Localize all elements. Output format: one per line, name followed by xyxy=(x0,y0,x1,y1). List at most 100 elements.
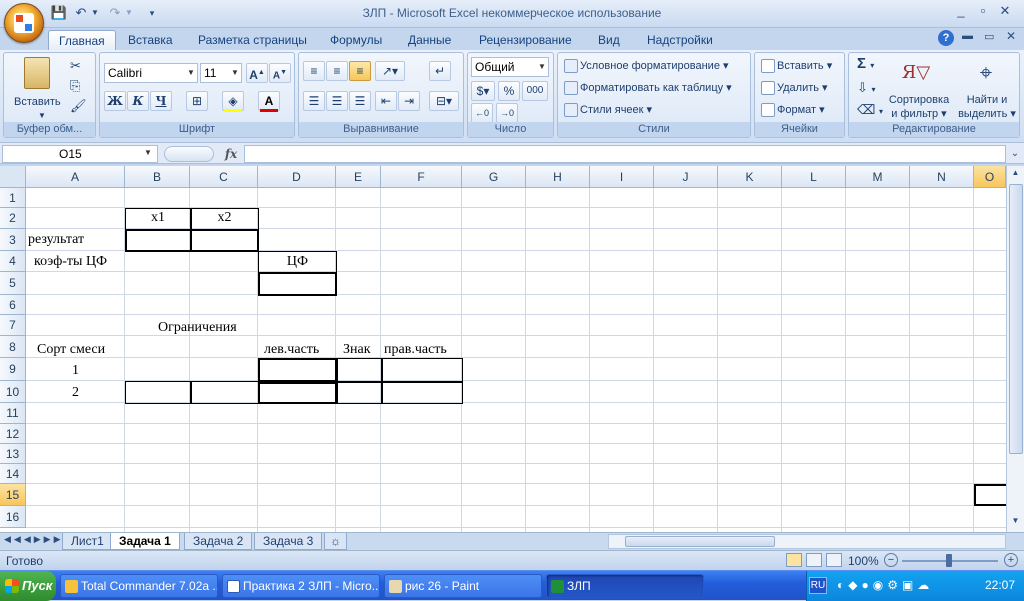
worksheet-grid[interactable]: ABCDEFGHIJKLMNO 1 2 3 4 5 6 7 8 9 10 11 12 13 14 15 16 … xyxy=(0,166,1024,532)
scroll-up-icon[interactable]: ▲ xyxy=(1008,168,1023,182)
row-header-9[interactable]: 9 xyxy=(0,358,26,381)
row-header-7[interactable]: 7 xyxy=(0,315,26,336)
grow-font-button[interactable]: A▲ xyxy=(246,63,268,83)
row-header-6[interactable]: 6 xyxy=(0,295,26,315)
align-left-icon[interactable]: ☰ xyxy=(303,91,325,111)
ribbon-minimize-icon[interactable]: ▬ xyxy=(962,30,973,42)
column-header-J[interactable]: J xyxy=(654,166,718,188)
align-center-icon[interactable]: ☰ xyxy=(326,91,348,111)
page-layout-view-icon[interactable] xyxy=(806,553,822,567)
task-excel[interactable]: ЗЛП xyxy=(546,574,704,598)
column-header-B[interactable]: B xyxy=(125,166,190,188)
close-button[interactable]: ✕ xyxy=(994,2,1016,20)
column-header-D[interactable]: D xyxy=(258,166,336,188)
decrease-decimal-icon[interactable]: →0 xyxy=(496,103,518,123)
column-header-F[interactable]: F xyxy=(381,166,462,188)
zoom-slider-thumb[interactable] xyxy=(946,554,952,567)
font-size-select[interactable]: 11 ▼ xyxy=(200,63,242,83)
row-header-14[interactable]: 14 xyxy=(0,464,26,484)
zoom-in-icon[interactable]: + xyxy=(1004,553,1018,567)
align-top-icon[interactable]: ≡ xyxy=(303,61,325,81)
cell-A10[interactable]: 2 xyxy=(26,383,125,403)
cell-E8[interactable]: Знак xyxy=(343,340,371,360)
cell-A4[interactable]: коэф-ты ЦФ xyxy=(34,252,107,272)
tab-insert[interactable]: Вставка xyxy=(118,30,183,50)
formula-input[interactable] xyxy=(244,145,1006,163)
name-box-dropdown-icon[interactable]: ▼ xyxy=(144,148,152,157)
save-icon[interactable]: 💾 xyxy=(50,4,68,22)
cell-styles-button[interactable]: Стили ячеек ▾ xyxy=(564,103,652,118)
horizontal-scrollbar[interactable] xyxy=(608,534,1006,549)
cell-A9[interactable]: 1 xyxy=(26,361,125,381)
ribbon-restore-icon[interactable]: ▭ xyxy=(984,30,994,43)
find-select-button[interactable]: Найти и выделить ▾ xyxy=(957,93,1017,121)
maximize-button[interactable]: ▫ xyxy=(972,2,994,20)
bold-button[interactable]: Ж xyxy=(104,91,126,111)
normal-view-icon[interactable] xyxy=(786,553,802,567)
formula-resize-handle[interactable] xyxy=(164,146,214,162)
decrease-indent-icon[interactable]: ⇤ xyxy=(375,91,397,111)
column-header-E[interactable]: E xyxy=(336,166,381,188)
column-header-O[interactable]: O xyxy=(974,166,1006,188)
italic-button[interactable]: К xyxy=(127,91,149,111)
paste-icon[interactable] xyxy=(24,57,50,89)
row-header-5[interactable]: 5 xyxy=(0,272,26,295)
cell-B2[interactable]: x1 xyxy=(126,208,190,228)
cut-icon[interactable]: ✂ xyxy=(70,59,81,73)
align-right-icon[interactable]: ☰ xyxy=(349,91,371,111)
insert-function-button[interactable]: fx xyxy=(220,144,242,164)
column-header-A[interactable]: A xyxy=(26,166,125,188)
cell-B7[interactable]: Ограничения xyxy=(158,318,237,338)
format-painter-icon[interactable]: 🖌 xyxy=(70,99,87,113)
name-box[interactable]: O15 xyxy=(2,145,158,163)
task-word-document[interactable]: Практика 2 ЗЛП - Micro... xyxy=(222,574,380,598)
insert-sheet-icon[interactable]: ☼ xyxy=(324,533,347,550)
number-format-select[interactable]: Общий ▼ xyxy=(471,57,549,77)
column-header-G[interactable]: G xyxy=(462,166,526,188)
office-button[interactable] xyxy=(4,3,44,43)
row-header-2[interactable]: 2 xyxy=(0,208,26,229)
page-break-view-icon[interactable] xyxy=(826,553,842,567)
task-total-commander[interactable]: Total Commander 7.02a ... xyxy=(60,574,218,598)
conditional-formatting-button[interactable]: Условное форматирование ▾ xyxy=(564,59,729,74)
expand-formula-bar-icon[interactable]: ⌄ xyxy=(1008,145,1022,163)
row-header-3[interactable]: 3 xyxy=(0,229,26,251)
borders-button[interactable]: ⊞ xyxy=(186,91,208,111)
tab-addins[interactable]: Надстройки xyxy=(637,30,723,50)
fill-icon[interactable]: ⇩ ▾ xyxy=(857,81,876,97)
language-indicator[interactable]: RU xyxy=(809,577,827,594)
active-cell-cursor[interactable] xyxy=(974,484,1008,506)
row-header-13[interactable]: 13 xyxy=(0,444,26,464)
start-button[interactable]: Пуск xyxy=(0,571,56,601)
wrap-text-icon[interactable]: ↵ xyxy=(429,61,451,81)
cell-F8[interactable]: прав.часть xyxy=(384,340,447,360)
column-header-N[interactable]: N xyxy=(910,166,974,188)
horizontal-scroll-thumb[interactable] xyxy=(625,536,775,547)
tab-review[interactable]: Рецензирование xyxy=(469,30,582,50)
cell-C2[interactable]: x2 xyxy=(191,208,258,228)
cell-A8[interactable]: Сорт смеси xyxy=(37,340,105,360)
cell-D8[interactable]: лев.часть xyxy=(264,340,319,360)
sheet-nav-icons[interactable]: ◀◀◀▶▶▶ xyxy=(4,534,64,545)
column-header-C[interactable]: C xyxy=(190,166,258,188)
column-header-K[interactable]: K xyxy=(718,166,782,188)
clear-icon[interactable]: ⌫ ▾ xyxy=(857,103,883,119)
redo-icon[interactable]: ↷ xyxy=(106,4,124,22)
merge-center-icon[interactable]: ⊟▾ xyxy=(429,91,459,111)
insert-cells-button[interactable]: Вставить ▾ xyxy=(761,59,832,74)
row-header-15[interactable]: 15 xyxy=(0,484,26,506)
minimize-button[interactable]: _ xyxy=(950,2,972,20)
task-paint[interactable]: рис 26 - Paint xyxy=(384,574,542,598)
select-all-corner[interactable] xyxy=(0,166,26,188)
row-header-12[interactable]: 12 xyxy=(0,424,26,444)
shrink-font-button[interactable]: A▼ xyxy=(269,63,291,83)
tab-page-layout[interactable]: Разметка страницы xyxy=(188,30,317,50)
copy-icon[interactable]: ⎘ xyxy=(70,79,80,93)
align-middle-icon[interactable]: ≡ xyxy=(326,61,348,81)
paste-button[interactable]: Вставить xyxy=(14,95,61,109)
workbook-close-icon[interactable]: ✕ xyxy=(1006,29,1016,43)
sheet-tab-task1[interactable]: Задача 1 xyxy=(110,533,180,550)
tab-view[interactable]: Вид xyxy=(588,30,630,50)
binoculars-icon[interactable]: ⌖ xyxy=(971,59,1001,87)
format-cells-button[interactable]: Формат ▾ xyxy=(761,103,825,118)
